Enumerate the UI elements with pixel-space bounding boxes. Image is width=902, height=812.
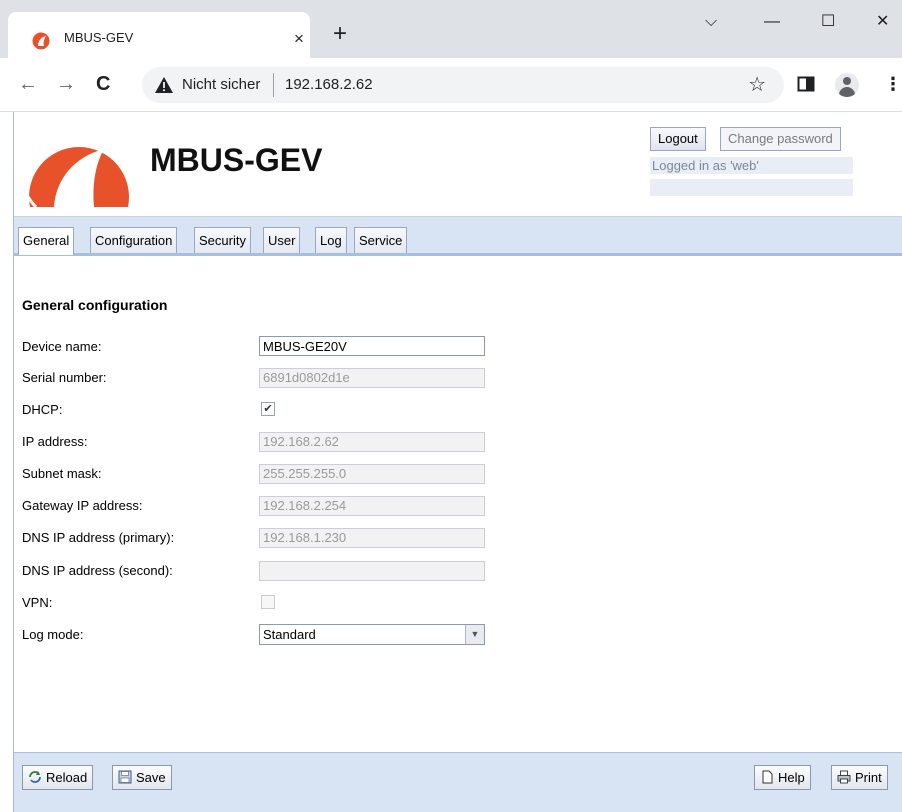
security-label[interactable]: Nicht sicher [182,76,260,93]
url-text[interactable]: 192.168.2.62 [285,76,373,93]
save-label: Save [136,770,166,785]
printer-icon [837,770,851,784]
change-password-button[interactable]: Change password [720,127,841,151]
page-tab-bar: General Configuration Security User Log … [14,216,902,256]
print-button[interactable]: Print [831,765,888,790]
vpn-checkbox[interactable] [261,595,275,609]
device-name-input[interactable] [259,336,485,356]
section-title: General configuration [22,297,168,313]
window-close-icon[interactable]: ✕ [876,10,889,34]
tab-general[interactable]: General [18,227,75,255]
mbus-logo [22,128,129,209]
reload-label: Reload [46,770,88,785]
ip-address-label: IP address: [22,434,88,449]
logged-in-status: Logged in as 'web' [650,157,853,174]
back-icon[interactable]: ← [18,72,38,96]
tab-log[interactable]: Log [315,227,347,253]
reload-icon [29,771,41,783]
log-mode-select[interactable]: Standard ▼ [259,624,485,645]
profile-icon[interactable] [835,73,859,97]
gateway-label: Gateway IP address: [22,498,143,513]
reload-icon[interactable]: C [96,72,110,96]
browser-tab-strip: MBUS-GEV × + ⌵ — ☐ ✕ [0,0,902,58]
subnet-mask-field: 255.255.255.0 [259,464,485,484]
status-area [650,179,853,196]
help-button[interactable]: Help [754,765,811,790]
dns-primary-field: 192.168.1.230 [259,528,485,548]
tab-search-icon[interactable]: ⌵ [705,10,717,34]
dhcp-label: DHCP: [22,402,63,417]
tab-user[interactable]: User [263,227,301,253]
menu-dots-icon[interactable]: ⋮ [884,72,902,96]
browser-toolbar: ← → C Nicht sicher 192.168.2.62 ☆ ⋮ [0,58,902,112]
vpn-label: VPN: [22,595,53,610]
browser-tab[interactable]: MBUS-GEV × [8,12,310,58]
app-brand-title: MBUS-GEV [150,142,323,178]
chevron-down-icon[interactable]: ▼ [465,625,484,644]
save-icon [118,770,132,784]
log-mode-value: Standard [263,627,316,642]
reload-button[interactable]: Reload [22,765,94,790]
serial-number-field: 6891d0802d1e [259,368,485,388]
tab-security[interactable]: Security [194,227,251,253]
tab-close-icon[interactable]: × [294,29,304,49]
warning-icon[interactable] [154,75,174,95]
dns-primary-label: DNS IP address (primary): [22,530,175,545]
new-tab-icon[interactable]: + [333,22,347,46]
star-icon[interactable]: ☆ [748,72,766,97]
web-page: MBUS-GEV Logout Change password Logged i… [13,112,902,812]
ip-address-field: 192.168.2.62 [259,432,485,452]
dns-second-label: DNS IP address (second): [22,563,173,578]
logout-button[interactable]: Logout [650,127,706,151]
minimize-icon[interactable]: — [764,10,780,34]
gateway-field: 192.168.2.254 [259,496,485,516]
help-icon [762,770,773,784]
maximize-icon[interactable]: ☐ [821,10,835,34]
help-label: Help [778,770,805,785]
device-name-label: Device name: [22,339,102,354]
log-mode-label: Log mode: [22,627,84,642]
print-label: Print [855,770,882,785]
serial-number-label: Serial number: [22,370,107,385]
footer-toolbar: Reload Save Help Print [14,752,902,812]
side-panel-icon[interactable] [797,75,815,93]
omnibox-divider [273,73,274,97]
forward-icon[interactable]: → [56,72,76,96]
favicon-icon [32,32,50,50]
tab-service[interactable]: Service [354,227,408,253]
tab-configuration[interactable]: Configuration [90,227,178,253]
save-button[interactable]: Save [112,765,172,790]
dns-second-field [259,561,485,581]
subnet-mask-label: Subnet mask: [22,466,102,481]
dhcp-checkbox[interactable]: ✔ [261,402,275,416]
tab-title: MBUS-GEV [64,30,134,45]
address-bar[interactable]: Nicht sicher 192.168.2.62 ☆ [142,67,784,103]
